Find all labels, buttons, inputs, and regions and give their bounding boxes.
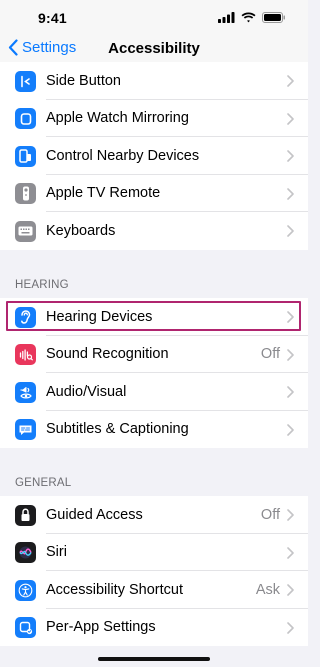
row-label: Side Button (46, 72, 121, 89)
tv-remote-icon (15, 183, 36, 204)
row-label: Apple TV Remote (46, 185, 161, 202)
row-label: Subtitles & Captioning (46, 421, 189, 438)
row-guided-access[interactable]: Guided Access Off (0, 496, 308, 534)
chevron-right-icon (287, 75, 294, 87)
chevron-right-icon (287, 311, 294, 323)
row-label: Siri (46, 544, 67, 561)
chevron-right-icon (287, 386, 294, 398)
row-keyboards[interactable]: Keyboards (0, 212, 308, 250)
side-button-icon (15, 70, 36, 92)
row-label: Guided Access (46, 506, 143, 523)
per-app-settings-icon (15, 617, 36, 638)
row-subtitles-captioning[interactable]: Subtitles & Captioning (0, 411, 308, 449)
audio-visual-icon (15, 381, 36, 403)
settings-group-interaction: Side Button Apple Watch Mirroring Contro… (0, 62, 308, 250)
row-sound-recognition[interactable]: Sound Recognition Off (0, 336, 308, 373)
row-label: Control Nearby Devices (46, 147, 200, 164)
settings-group-general: Guided Access Off Siri Accessibility Sho… (0, 496, 308, 646)
page-title: Accessibility (108, 40, 200, 57)
row-label: Sound Recognition (46, 346, 169, 363)
captions-icon (15, 419, 36, 440)
nearby-devices-icon (15, 145, 36, 167)
chevron-right-icon (287, 584, 294, 596)
row-label: Hearing Devices (46, 308, 153, 325)
sound-recognition-icon (15, 344, 36, 365)
row-label: Per-App Settings (46, 619, 156, 636)
row-siri[interactable]: Siri (0, 534, 308, 571)
row-apple-tv-remote[interactable]: Apple TV Remote (0, 175, 308, 212)
row-hearing-devices[interactable]: Hearing Devices (0, 298, 308, 336)
row-apple-watch-mirroring[interactable]: Apple Watch Mirroring (0, 100, 308, 137)
accessibility-icon (15, 579, 36, 601)
section-header-general: GENERAL (15, 477, 72, 489)
chevron-right-icon (287, 509, 294, 521)
chevron-right-icon (287, 187, 294, 200)
row-control-nearby-devices[interactable]: Control Nearby Devices (0, 137, 308, 175)
row-value: Off (260, 506, 280, 523)
chevron-right-icon (287, 150, 294, 162)
chevron-right-icon (287, 112, 294, 125)
battery-icon (262, 12, 285, 23)
apple-watch-icon (15, 108, 36, 129)
chevron-right-icon (287, 423, 294, 436)
chevron-right-icon (287, 225, 294, 237)
status-bar: 9:41 (0, 0, 308, 34)
section-header-hearing: HEARING (15, 279, 69, 291)
row-value: Off (260, 346, 280, 363)
ear-icon (15, 306, 36, 328)
row-accessibility-shortcut[interactable]: Accessibility Shortcut Ask (0, 571, 308, 609)
wifi-icon (241, 12, 256, 23)
chevron-right-icon (287, 348, 294, 361)
row-audio-visual[interactable]: Audio/Visual (0, 373, 308, 411)
chevron-right-icon (287, 546, 294, 559)
row-label: Keyboards (46, 222, 116, 239)
cellular-signal-icon (218, 12, 235, 23)
status-time: 9:41 (38, 10, 67, 26)
home-indicator (98, 657, 210, 661)
siri-icon (15, 542, 36, 563)
keyboard-icon (15, 220, 36, 242)
row-label: Audio/Visual (46, 383, 127, 400)
row-per-app-settings[interactable]: Per-App Settings (0, 609, 308, 647)
navigation-bar: Settings Accessibility (0, 34, 308, 64)
chevron-right-icon (287, 621, 294, 634)
status-icons (218, 12, 286, 23)
row-label: Apple Watch Mirroring (46, 110, 189, 127)
row-label: Accessibility Shortcut (46, 581, 183, 598)
settings-group-hearing: Hearing Devices Sound Recognition Off Au… (0, 298, 308, 448)
row-side-button[interactable]: Side Button (0, 62, 308, 100)
lock-icon (15, 504, 36, 526)
row-value: Ask (255, 581, 280, 598)
